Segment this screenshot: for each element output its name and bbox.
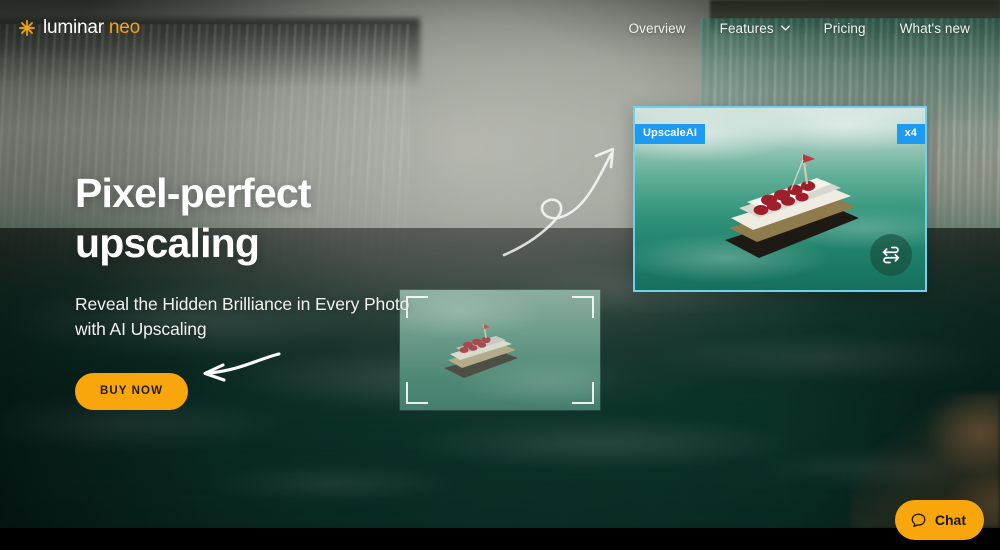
brand-logo-text: luminar neo [43, 17, 140, 39]
nav-item-overview[interactable]: Overview [629, 21, 686, 36]
site-header: luminar neo Overview Features Pricing Wha… [0, 0, 1000, 56]
upscale-factor-badge[interactable]: x4 [896, 124, 925, 144]
brand-name-secondary: neo [108, 17, 141, 38]
headline-line-1: Pixel-perfect [75, 170, 312, 216]
bottom-black-bar [0, 528, 1000, 550]
chat-widget-label: Chat [934, 512, 966, 528]
hero-content: Pixel-perfect upscaling Reveal the Hidde… [75, 168, 505, 410]
brand-logo[interactable]: luminar neo [18, 17, 140, 39]
swap-arrows-icon [882, 246, 900, 264]
main-navigation: Overview Features Pricing What's new [629, 21, 982, 36]
nav-label-whats-new: What's new [899, 20, 970, 36]
before-after-swap-button[interactable] [870, 234, 912, 276]
hero-subheading: Reveal the Hidden Brilliance in Every Ph… [75, 292, 505, 343]
nav-label-pricing: Pricing [823, 20, 866, 36]
upscale-ai-badge[interactable]: UpscaleAI [635, 124, 706, 144]
curved-arrow-left-icon [203, 352, 281, 382]
asterisk-star-icon [19, 20, 35, 36]
chevron-down-icon [780, 25, 790, 31]
nav-label-overview: Overview [628, 20, 686, 36]
page-title: Pixel-perfect upscaling [75, 168, 505, 268]
nav-item-features[interactable]: Features [720, 21, 790, 36]
landing-page-screen: luminar neo Overview Features Pricing Wha… [0, 0, 1000, 550]
speech-bubble-icon [911, 513, 926, 527]
upscaled-image-panel[interactable]: UpscaleAI x4 [633, 106, 927, 292]
crop-handle-bottom-right[interactable] [572, 382, 594, 404]
headline-line-2: upscaling [75, 220, 260, 267]
buy-now-button[interactable]: BUY NOW [75, 372, 188, 410]
subheading-line-1: Reveal the Hidden Brilliance in Every Ph… [75, 294, 410, 315]
subheading-line-2: with AI Upscaling [75, 319, 207, 340]
chat-widget-button[interactable]: Chat [894, 500, 984, 540]
curved-loop-arrow-icon [502, 147, 615, 257]
nav-item-pricing[interactable]: Pricing [824, 21, 866, 36]
crop-handle-top-right[interactable] [572, 296, 594, 318]
nav-item-whats-new[interactable]: What's new [900, 21, 970, 36]
brand-name-primary: luminar [43, 17, 104, 38]
nav-label-features: Features [719, 20, 774, 36]
tour-boat-illustration-large [725, 153, 859, 258]
